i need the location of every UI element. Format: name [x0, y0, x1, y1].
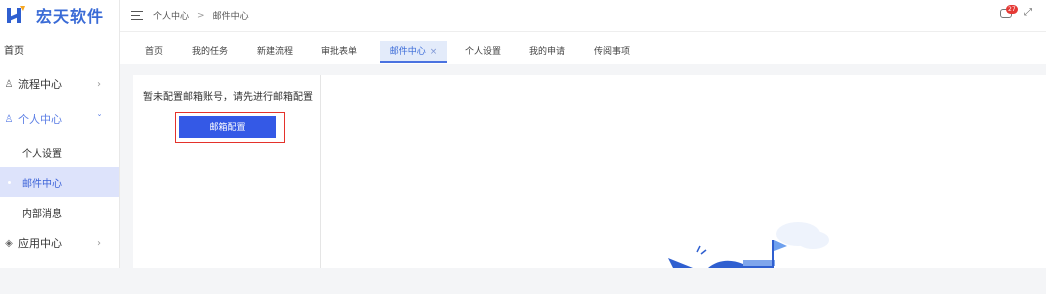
person-icon: ♙ — [4, 113, 14, 125]
no-account-notice: 暂未配置邮箱账号，请先进行邮箱配置 — [143, 92, 313, 103]
close-tab-icon[interactable]: × — [430, 47, 438, 57]
empty-state-illustration — [663, 220, 833, 271]
tab-label: 新建流程 — [256, 47, 293, 57]
menu-toggle-icon[interactable] — [131, 11, 143, 20]
tab-circulation[interactable]: 传阅事项 — [590, 41, 634, 63]
tab-my-applications[interactable]: 我的申请 — [525, 41, 569, 63]
sidebar-item-app-center[interactable]: ◈ 应用中心 › — [0, 228, 119, 258]
sidebar-item-mail-center[interactable]: 邮件中心 — [0, 167, 119, 197]
tab-approval-forms[interactable]: 审批表单 — [317, 41, 361, 63]
breadcrumb-separator: > — [197, 10, 205, 21]
sidebar-item-label: 内部消息 — [22, 208, 62, 220]
breadcrumb-item-mail-center: 邮件中心 — [212, 12, 249, 22]
sidebar-item-label: 首页 — [4, 45, 24, 57]
fullscreen-icon[interactable]: ⤢ — [1024, 7, 1032, 18]
tab-label: 个人设置 — [464, 47, 501, 57]
page-footer — [0, 268, 1046, 294]
chevron-down-icon: ˇ — [97, 113, 102, 125]
sidebar-item-personal-center[interactable]: ♙ 个人中心 ˇ — [0, 104, 119, 134]
tab-label: 首页 — [144, 47, 163, 57]
tab-home[interactable]: 首页 — [139, 41, 169, 63]
tab-label: 我的任务 — [191, 47, 228, 57]
tab-label: 审批表单 — [320, 47, 357, 57]
tab-mail-center[interactable]: 邮件中心 × — [380, 41, 447, 63]
sidebar-item-label: 邮件中心 — [22, 178, 62, 190]
sidebar-item-label: 应用中心 — [18, 237, 62, 250]
mail-account-panel: 暂未配置邮箱账号，请先进行邮箱配置 邮箱配置 — [133, 75, 321, 268]
tab-personal-settings[interactable]: 个人设置 — [461, 41, 505, 63]
sidebar-item-label: 流程中心 — [18, 78, 62, 91]
main-content: 暂未配置邮箱账号，请先进行邮箱配置 邮箱配置 — [133, 75, 1046, 268]
tab-label: 我的申请 — [528, 47, 565, 57]
sidebar-item-home[interactable]: 首页 — [0, 34, 119, 64]
header-actions: 27 ⤢ — [1000, 5, 1032, 18]
chevron-right-icon: › — [97, 237, 101, 249]
flow-icon: ♙ — [4, 78, 14, 90]
chevron-right-icon: › — [97, 78, 101, 90]
sidebar: 宏天软件 首页 ♙ 流程中心 › ♙ 个人中心 ˇ 个人设置 邮件中心 内部消息… — [0, 0, 120, 268]
sidebar-item-flow-center[interactable]: ♙ 流程中心 › — [0, 69, 119, 99]
tab-label: 传阅事项 — [593, 47, 630, 57]
logo[interactable]: 宏天软件 — [0, 0, 119, 30]
tab-new-process[interactable]: 新建流程 — [253, 41, 297, 63]
sidebar-item-label: 个人中心 — [18, 113, 62, 126]
logo-icon — [6, 6, 26, 24]
app-icon: ◈ — [5, 237, 13, 249]
notification-badge: 27 — [1006, 5, 1018, 14]
active-dot-icon — [8, 180, 11, 184]
logo-text: 宏天软件 — [36, 7, 105, 26]
sidebar-item-label: 个人设置 — [22, 148, 62, 160]
tab-label: 邮件中心 — [389, 47, 426, 57]
tab-my-tasks[interactable]: 我的任务 — [188, 41, 232, 63]
breadcrumb-item-personal-center[interactable]: 个人中心 — [153, 9, 189, 22]
breadcrumb: 个人中心 > 邮件中心 — [153, 9, 249, 23]
message-icon[interactable]: 27 — [1000, 5, 1018, 18]
mail-config-button[interactable]: 邮箱配置 — [179, 116, 276, 138]
sidebar-item-internal-messages[interactable]: 内部消息 — [0, 197, 119, 227]
sidebar-item-personal-settings[interactable]: 个人设置 — [0, 137, 119, 167]
tab-bar: 首页 我的任务 新建流程 审批表单 邮件中心 × 个人设置 我的申请 传阅事项 — [120, 32, 1046, 64]
top-bar: 个人中心 > 邮件中心 27 ⤢ — [120, 0, 1046, 32]
